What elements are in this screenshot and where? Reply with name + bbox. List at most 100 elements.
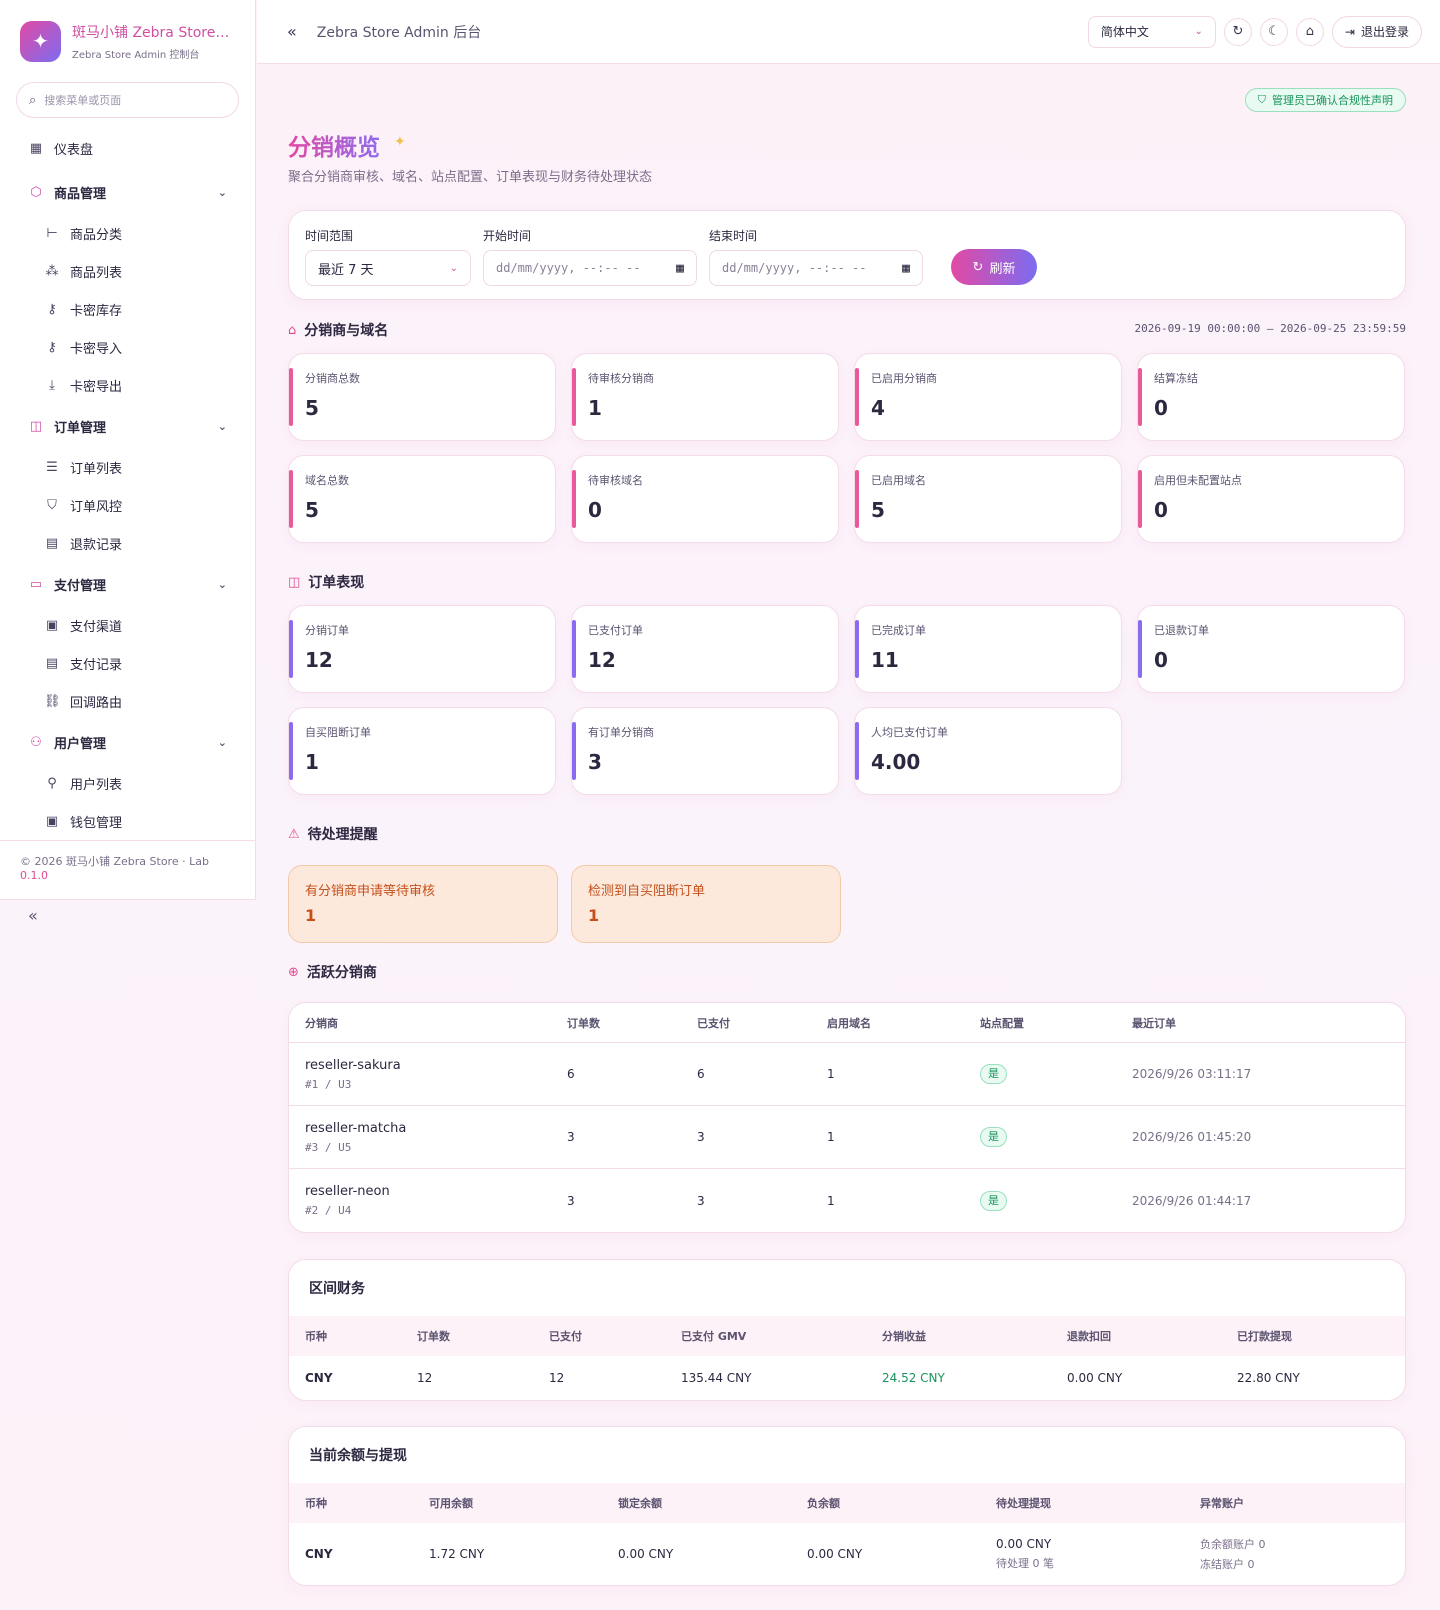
column-header: 已支付 (697, 1016, 730, 1030)
stat-card: 已完成订单 11 (854, 605, 1122, 693)
section-title-text: 分销商与域名 (304, 323, 389, 339)
calendar-icon[interactable]: ▦ (676, 261, 684, 276)
column-header: 订单数 (417, 1330, 450, 1343)
version-text: 0.1.0 (20, 869, 48, 882)
sidebar-group-label: 订单管理 (54, 420, 107, 436)
sidebar-item-label: 订单列表 (70, 461, 123, 477)
column-header: 已支付 GMV (681, 1330, 747, 1343)
stat-value: 12 (588, 648, 616, 672)
stat-card: 已退款订单 0 (1137, 605, 1405, 693)
negative-balance: 0.00 CNY (807, 1547, 863, 1561)
sidebar-item-label: 商品列表 (70, 265, 123, 281)
balance-panel: 当前余额与提现 币种 可用余额 锁定余额 负余额 待处理提现 异常账户 CNY … (288, 1426, 1406, 1586)
shopping-bag-icon: ◫ (29, 418, 43, 434)
sidebar-item-order-risk[interactable]: ⛉ 订单风控 (0, 486, 255, 524)
sidebar-item-label: 支付记录 (70, 657, 123, 673)
shield-check-icon: ⛉ (1257, 93, 1266, 106)
sidebar-item-label: 卡密导出 (70, 379, 123, 395)
column-header: 负余额 (807, 1497, 840, 1510)
chevron-down-icon: ⌄ (1194, 26, 1203, 37)
stat-card: 启用但未配置站点 0 (1137, 455, 1405, 543)
status-badge: 是 (980, 1064, 1007, 1084)
column-header: 待处理提现 (996, 1497, 1051, 1510)
sidebar-item-card-import[interactable]: ⚷ 卡密导入 (0, 328, 255, 366)
stat-label: 已启用分销商 (871, 372, 937, 385)
sidebar-group-users[interactable]: ⚇ 用户管理 ⌄ (0, 720, 255, 764)
end-placeholder: dd/mm/yyyy, --:-- -- (722, 261, 867, 275)
sidebar-item-callback-routes[interactable]: ⛓ 回调路由 (0, 682, 255, 720)
sidebar-group-products[interactable]: ⬡ 商品管理 ⌄ (0, 170, 255, 214)
package-icon: ⬡ (30, 184, 42, 200)
table-row[interactable]: reseller-neon #2 / U4 3 3 1 是 2026/9/26 0… (289, 1169, 1405, 1232)
sidebar-item-pay-channels[interactable]: ▣ 支付渠道 (0, 606, 255, 644)
sidebar-group-orders[interactable]: ◫ 订单管理 ⌄ (0, 404, 255, 448)
page-subtitle: 聚合分销商审核、域名、站点配置、订单表现与财务待处理状态 (288, 170, 653, 185)
sidebar: ✦ 斑马小铺 Zebra Store Admin Zebra Store Adm… (0, 0, 256, 925)
sidebar-item-label: 退款记录 (70, 537, 123, 553)
sidebar-group-payments[interactable]: ▭ 支付管理 ⌄ (0, 562, 255, 606)
compliance-badge: ⛉ 管理员已确认合规性声明 (1244, 88, 1406, 112)
logout-label: 退出登录 (1360, 25, 1409, 39)
shield-icon: ⛉ (47, 497, 57, 513)
panel-title: 区间财务 (309, 1281, 365, 1297)
end-datetime-input[interactable]: dd/mm/yyyy, --:-- -- ▦ (709, 250, 923, 286)
paid-count: 3 (697, 1130, 705, 1144)
reseller-meta: #3 / U5 (305, 1140, 352, 1154)
range-label: 时间范围 (305, 229, 354, 243)
logout-button[interactable]: ⇥ 退出登录 (1331, 15, 1422, 48)
pending-alert-card[interactable]: 有分销商申请等待审核 1 (288, 865, 558, 943)
sidebar-group-label: 支付管理 (54, 578, 107, 594)
sidebar-item-label: 卡密库存 (70, 303, 123, 319)
language-value: 简体中文 (1100, 25, 1149, 39)
brand-subtitle: Zebra Store Admin 控制台 (72, 49, 200, 61)
sidebar-group-label: 用户管理 (54, 736, 107, 752)
section-title-active: ⊕ 活跃分销商 (288, 962, 377, 982)
sidebar-item-order-list[interactable]: ☰ 订单列表 (0, 448, 255, 486)
brand[interactable]: ✦ 斑马小铺 Zebra Store Admin Zebra Store Adm… (0, 0, 255, 82)
sidebar-item-label: 用户列表 (70, 777, 123, 793)
sidebar-footer: © 2026 斑马小铺 Zebra Store · Lab 0.1.0 (0, 840, 255, 894)
download-icon: ⤓ (49, 377, 55, 393)
status-badge: 是 (980, 1190, 1007, 1211)
sidebar-item-card-export[interactable]: ⤓ 卡密导出 (0, 366, 255, 404)
column-header: 分销商 (305, 1016, 338, 1030)
stat-value: 1 (305, 750, 319, 774)
calendar-icon[interactable]: ▦ (902, 261, 910, 276)
sidebar-item-card-stock[interactable]: ⚷ 卡密库存 (0, 290, 255, 328)
chevron-down-icon: ⌄ (217, 577, 227, 591)
column-header: 已打款提现 (1237, 1330, 1292, 1343)
collapse-sidebar-icon[interactable]: « (0, 894, 255, 937)
collapse-sidebar-toggle-icon[interactable]: « (287, 22, 297, 41)
sidebar-item-dashboard[interactable]: ▦ 仪表盘 (0, 126, 255, 170)
panel-title: 当前余额与提现 (309, 1448, 407, 1464)
refresh-button[interactable]: ↻ 刷新 (951, 249, 1037, 285)
sidebar-item-user-list[interactable]: ⚲ 用户列表 (0, 764, 255, 802)
pending-alert-card[interactable]: 检测到自买阻断订单 1 (571, 865, 841, 943)
sidebar-item-pay-records[interactable]: ▤ 支付记录 (0, 644, 255, 682)
last-order-time: 2026/9/26 03:11:17 (1132, 1067, 1252, 1081)
table-row[interactable]: reseller-matcha #3 / U5 3 3 1 是 2026/9/26… (289, 1106, 1405, 1169)
available-balance: 1.72 CNY (429, 1547, 485, 1561)
language-select[interactable]: 简体中文 ⌄ (1087, 15, 1216, 48)
menu-search-input[interactable]: ⌕ 搜索菜单或页面 (16, 82, 239, 118)
stat-card: 已启用域名 5 (854, 455, 1122, 543)
range-select[interactable]: 最近 7 天 ⌄ (305, 250, 471, 286)
sidebar-item-wallets[interactable]: ▣ 钱包管理 (0, 802, 255, 840)
home-icon[interactable]: ⌂ (1295, 17, 1324, 46)
stat-card: 待审核分销商 1 (571, 353, 839, 441)
currency: CNY (305, 1547, 333, 1561)
refresh-icon[interactable]: ↻ (1223, 17, 1252, 46)
sidebar-item-refunds[interactable]: ▤ 退款记录 (0, 524, 255, 562)
sidebar-item-label: 订单风控 (70, 499, 123, 515)
column-header: 启用域名 (827, 1016, 871, 1030)
moon-icon[interactable]: ☾ (1259, 17, 1288, 46)
order-count: 3 (567, 1130, 575, 1144)
users-icon: ⚇ (30, 734, 42, 750)
reseller-earnings: 24.52 CNY (882, 1371, 945, 1385)
start-datetime-input[interactable]: dd/mm/yyyy, --:-- -- ▦ (483, 250, 697, 286)
stat-label: 分销商总数 (305, 372, 360, 385)
sidebar-item-products[interactable]: ⁂ 商品列表 (0, 252, 255, 290)
sidebar-item-categories[interactable]: ⊢ 商品分类 (0, 214, 255, 252)
table-row[interactable]: reseller-sakura #1 / U3 6 6 1 是 2026/9/26… (289, 1043, 1405, 1106)
active-resellers-table: 分销商 订单数 已支付 启用域名 站点配置 最近订单 reseller-saku… (288, 1002, 1406, 1233)
